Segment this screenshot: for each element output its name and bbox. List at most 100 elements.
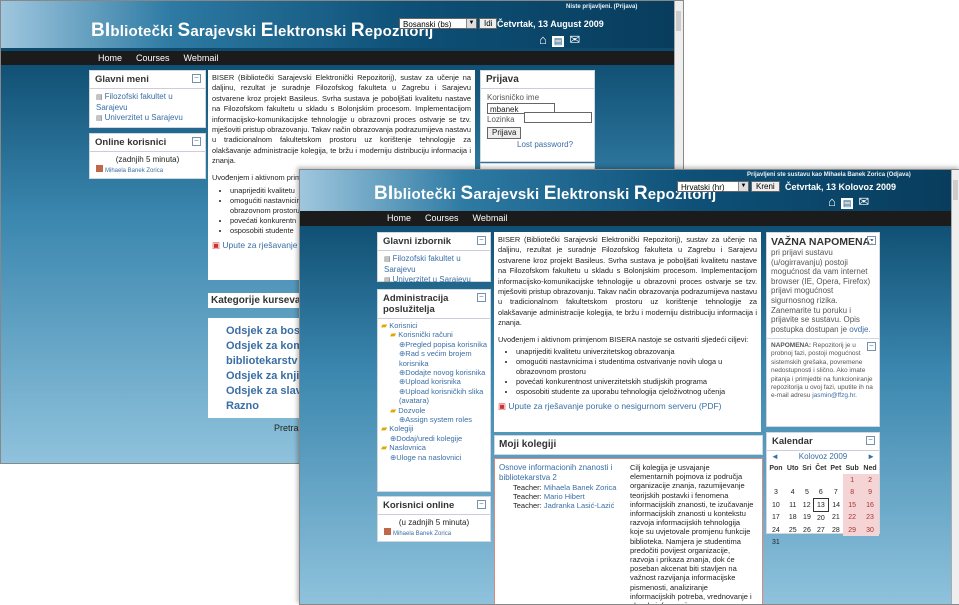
page-icon: ▤: [384, 277, 391, 284]
course-title-link[interactable]: Osnove informacionih znanosti i bibliote…: [499, 463, 612, 482]
collapse-icon[interactable]: –: [867, 236, 876, 245]
lost-password-link[interactable]: Lost password?: [517, 140, 573, 149]
admin-naslovnica[interactable]: ▰ Naslovnica: [381, 443, 487, 452]
admin-kolegiji[interactable]: ▰ Kolegiji: [381, 424, 487, 433]
calendar-day[interactable]: 2: [861, 474, 879, 486]
teacher-link[interactable]: Mario Hibert: [544, 492, 585, 501]
menu-item-univerzitet[interactable]: ▤ Univerzitet u Sarajevu: [384, 275, 484, 286]
folder-icon: ▰: [390, 405, 397, 415]
home-icon[interactable]: ⌂: [539, 32, 547, 47]
admin-uloge[interactable]: ⊕Uloge na naslovnici: [381, 453, 487, 462]
collapse-icon[interactable]: –: [866, 436, 875, 445]
nav-webmail[interactable]: Webmail: [466, 211, 515, 226]
admin-dodajte[interactable]: ⊕Dodajte novog korisnika: [381, 368, 487, 377]
chat-icon[interactable]: ▤: [551, 36, 565, 47]
admin-korisnici[interactable]: ▰ Korisnici: [381, 321, 487, 330]
calendar-day[interactable]: 28: [828, 524, 843, 536]
calendar-day[interactable]: 7: [828, 486, 843, 499]
password-input[interactable]: [524, 112, 592, 123]
admin-dozvole[interactable]: ▰ Dozvole: [381, 406, 487, 415]
admin-pregled[interactable]: ⊕Pregled popisa korisnika: [381, 340, 487, 349]
upute-link[interactable]: ▣ Upute za rješavanje poruke o nesigurno…: [494, 397, 761, 416]
calendar-day[interactable]: 6: [813, 486, 828, 499]
nav-home[interactable]: Home: [380, 211, 418, 226]
admin-upload[interactable]: ⊕Upload korisnika: [381, 377, 487, 386]
calendar-day[interactable]: 1: [843, 474, 862, 486]
calendar-day[interactable]: 10: [767, 499, 785, 512]
collapse-icon[interactable]: –: [477, 293, 486, 302]
admin-dodaj-kolegije[interactable]: ⊕Dodaj/uredi kolegije: [381, 434, 487, 443]
mail-icon[interactable]: ✉: [569, 32, 580, 48]
calendar-day[interactable]: 25: [785, 524, 801, 536]
scrollbar[interactable]: [951, 170, 959, 604]
site-title[interactable]: BIbliotečki Sarajevski Elektronski Repoz…: [91, 20, 433, 42]
language-select[interactable]: Hrvatski (hr) ▼: [677, 181, 749, 192]
teacher-role: Teacher:: [513, 501, 542, 510]
title-initial: BI: [374, 183, 394, 204]
note-email[interactable]: jasmin@ffzg.hr.: [812, 392, 857, 399]
site-title[interactable]: BIbliotečki Sarajevski Elektronski Repoz…: [374, 183, 716, 205]
menu-item-filozofski[interactable]: ▤ Filozofski fakultet u Sarajevu: [384, 254, 484, 275]
calendar-day[interactable]: 4: [785, 486, 801, 499]
calendar-day[interactable]: 31: [767, 536, 785, 548]
calendar-day[interactable]: 22: [843, 511, 862, 524]
menu-item-filozofski[interactable]: ▤ Filozofski fakultet u Sarajevu: [96, 92, 199, 113]
calendar-day[interactable]: 24: [767, 524, 785, 536]
online-user[interactable]: Mihaela Banek Zorica: [105, 168, 163, 174]
calendar-day[interactable]: 14: [828, 499, 843, 512]
admin-upload-slika[interactable]: ⊕Upload korisničkih slika (avatara): [381, 387, 487, 406]
collapse-icon[interactable]: –: [477, 236, 486, 245]
next-month-icon[interactable]: ►: [867, 452, 875, 461]
nav-courses[interactable]: Courses: [129, 51, 177, 65]
folder-icon: ▰: [381, 424, 388, 434]
calendar-day[interactable]: 29: [843, 524, 862, 536]
calendar-day[interactable]: 12: [801, 499, 814, 512]
login-button[interactable]: Prijava: [487, 127, 522, 139]
calendar-day[interactable]: 19: [801, 512, 814, 525]
login-info[interactable]: Prijavljeni ste sustavu kao Mihaela Bane…: [747, 172, 911, 178]
title-initial: S: [460, 183, 474, 204]
chat-icon[interactable]: ▤: [840, 198, 854, 209]
calendar-day[interactable]: 15: [843, 498, 862, 512]
calendar-day[interactable]: 26: [801, 524, 814, 536]
nav-webmail[interactable]: Webmail: [177, 51, 226, 65]
calendar-day[interactable]: 17: [767, 512, 785, 525]
go-button[interactable]: Idi: [479, 18, 498, 29]
home-icon[interactable]: ⌂: [828, 194, 836, 209]
collapse-icon[interactable]: –: [192, 137, 201, 146]
calendar-day[interactable]: 3: [767, 486, 785, 499]
menu-item-univerzitet[interactable]: ▤ Univerzitet u Sarajevu: [96, 113, 199, 124]
collapse-icon[interactable]: –: [867, 342, 876, 351]
calendar-day[interactable]: 9: [861, 486, 879, 499]
teacher-link[interactable]: Mihaela Banek Zorica: [544, 483, 617, 492]
calendar-day[interactable]: 11: [785, 499, 801, 512]
calendar-day[interactable]: 16: [861, 498, 879, 512]
page-icon: ▤: [96, 94, 103, 101]
mail-icon[interactable]: ✉: [858, 194, 869, 210]
title-initial: S: [177, 20, 191, 41]
calendar-day[interactable]: 23: [861, 511, 879, 524]
admin-assign[interactable]: ⊕Assign system roles: [381, 415, 487, 424]
nav-home[interactable]: Home: [91, 51, 129, 65]
teacher-link[interactable]: Jadranka Lasić-Lazić: [544, 501, 614, 510]
admin-korisnicki-racuni[interactable]: ▰ Korisnički računi: [381, 330, 487, 339]
calendar-day[interactable]: 13: [812, 498, 829, 512]
calendar-day[interactable]: 5: [801, 486, 814, 499]
collapse-icon[interactable]: –: [477, 500, 486, 509]
notice-link[interactable]: ovdje.: [849, 325, 870, 334]
calendar-day[interactable]: 8: [843, 486, 862, 499]
collapse-icon[interactable]: –: [192, 74, 201, 83]
admin-rad[interactable]: ⊕Rad s većim brojem korisnika: [381, 349, 487, 368]
calendar-day[interactable]: 21: [828, 512, 843, 525]
calendar-day[interactable]: 27: [813, 524, 828, 536]
language-select[interactable]: Bosanski (bs) ▼: [399, 18, 477, 29]
calendar-day[interactable]: 30: [861, 524, 879, 536]
go-button[interactable]: Kreni: [751, 181, 780, 192]
login-info[interactable]: Niste prijavljeni. (Prijava): [566, 4, 637, 10]
avatar: [96, 165, 103, 172]
online-user[interactable]: Mihaela Banek Zorica: [393, 531, 451, 537]
calendar-month[interactable]: Kolovoz 2009: [767, 452, 879, 461]
calendar-day[interactable]: 18: [785, 512, 801, 525]
calendar-day[interactable]: 20: [813, 512, 828, 525]
nav-courses[interactable]: Courses: [418, 211, 466, 226]
